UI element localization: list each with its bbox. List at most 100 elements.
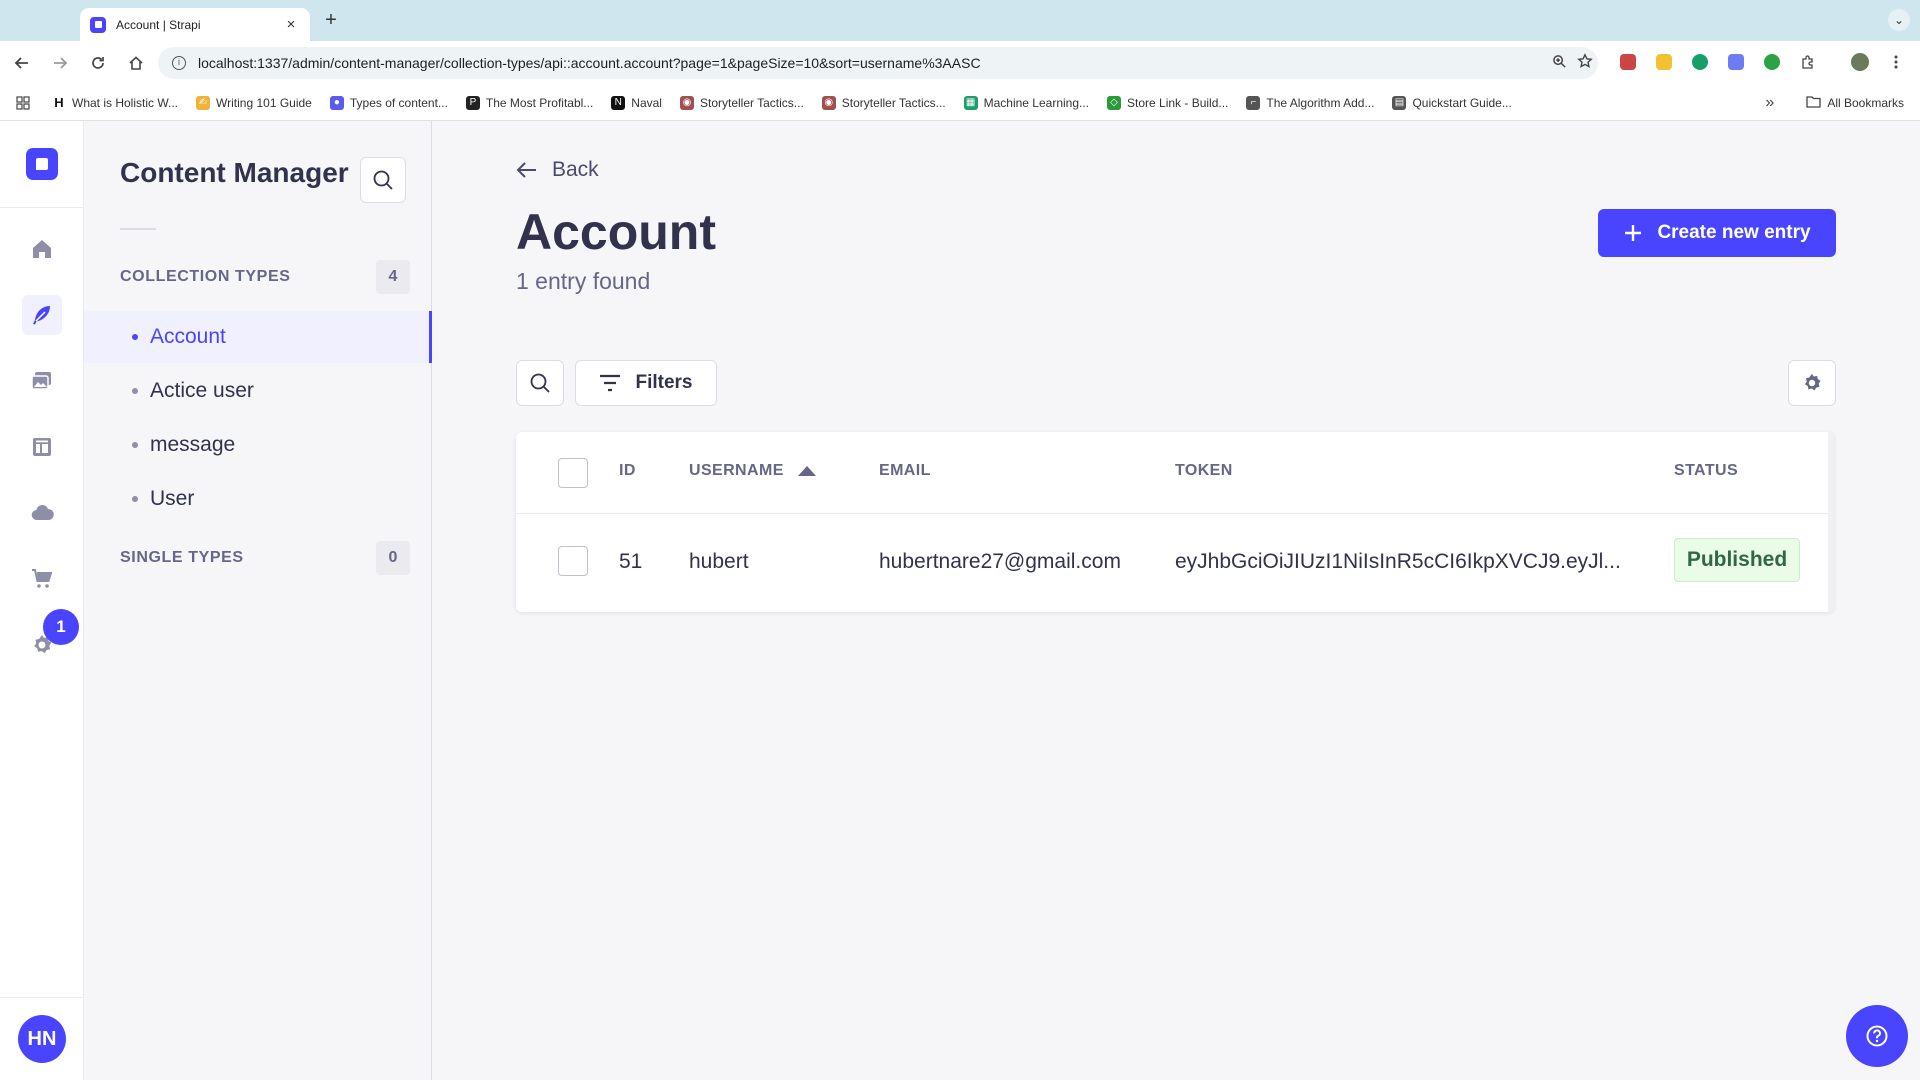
column-email[interactable]: EMAIL [879, 462, 931, 480]
sidebar-item-label: Account [150, 325, 226, 348]
media-library-icon[interactable] [22, 361, 62, 401]
profile-avatar-icon[interactable] [1849, 51, 1871, 73]
help-button[interactable] [1846, 1005, 1908, 1067]
view-settings-button[interactable] [1788, 360, 1836, 406]
bookmark-item[interactable]: N Naval [611, 95, 662, 110]
bookmark-favicon-icon: ✍ [196, 95, 211, 110]
bookmark-item[interactable]: ◉ Storyteller Tactics... [679, 95, 804, 110]
browser-menu-icon[interactable] [1885, 51, 1907, 73]
subnav-divider [120, 228, 156, 230]
create-new-entry-button[interactable]: Create new entry [1598, 209, 1836, 257]
entry-count: 1 entry found [516, 268, 651, 294]
sidebar-item-account[interactable]: Account [84, 311, 432, 363]
forward-arrow-icon[interactable] [44, 47, 76, 79]
bookmark-favicon-icon: ● [329, 95, 344, 110]
entries-table: ID USERNAME EMAIL TOKEN STATUS 51 hubert… [516, 432, 1834, 612]
notification-badge: 1 [43, 609, 79, 645]
cloud-icon[interactable] [22, 493, 62, 533]
collection-types-label: COLLECTION TYPES [120, 268, 291, 285]
bookmark-item[interactable]: ▦ Machine Learning... [963, 95, 1090, 110]
home-icon[interactable] [22, 229, 62, 269]
subnav-search-button[interactable] [360, 157, 406, 203]
back-link[interactable]: Back [516, 158, 599, 182]
content-manager-feather-icon[interactable] [22, 295, 62, 335]
extension-yellow-icon[interactable] [1653, 51, 1675, 73]
bookmark-item[interactable]: P The Most Profitabl... [465, 95, 593, 110]
bookmark-label: Types of content... [349, 95, 448, 110]
extension-doc-icon[interactable] [1725, 51, 1747, 73]
bookmark-label: The Algorithm Add... [1266, 95, 1375, 110]
user-avatar[interactable]: HN [18, 1015, 66, 1063]
bookmark-item[interactable]: ⌐ The Algorithm Add... [1246, 95, 1375, 110]
bullet-icon [132, 334, 138, 340]
strapi-app: 1 HN Content Manager COLLECTION TYPES 4 … [0, 121, 1920, 1080]
main-nav-rail: 1 HN [0, 121, 84, 1080]
bookmark-item[interactable]: ● Types of content... [329, 95, 448, 110]
column-username[interactable]: USERNAME [689, 462, 816, 480]
bookmark-label: Writing 101 Guide [216, 95, 312, 110]
extension-grammarly-icon[interactable] [1689, 51, 1711, 73]
apps-grid-icon[interactable] [16, 95, 30, 110]
site-info-icon[interactable]: i [172, 56, 186, 70]
address-bar[interactable]: i localhost:1337/admin/content-manager/c… [158, 47, 1598, 79]
folder-icon [1806, 95, 1821, 111]
sidebar-item-message[interactable]: message [84, 419, 432, 471]
sidebar-item-actice-user[interactable]: Actice user [84, 365, 432, 417]
tab-close-icon[interactable]: × [282, 16, 300, 33]
table-scroll-edge [1828, 432, 1834, 612]
bookmark-star-icon[interactable] [1572, 53, 1598, 73]
filters-label: Filters [635, 372, 693, 393]
sidebar-item-user[interactable]: User [84, 473, 432, 525]
single-types-section[interactable]: SINGLE TYPES 0 [120, 541, 410, 575]
zoom-icon[interactable] [1546, 54, 1572, 73]
reload-icon[interactable] [82, 47, 114, 79]
browser-tab[interactable]: Account | Strapi × [80, 8, 310, 41]
rail-divider [0, 207, 84, 208]
strapi-logo-icon[interactable] [26, 148, 58, 180]
home-icon[interactable] [120, 47, 152, 79]
bookmark-item[interactable]: ✍ Writing 101 Guide [196, 95, 312, 110]
extension-green-icon[interactable] [1761, 51, 1783, 73]
bookmark-list: H What is Holistic W... ✍ Writing 101 Guide… [52, 95, 1530, 110]
create-button-label: Create new entry [1657, 222, 1811, 243]
bookmark-label: Store Link - Build... [1127, 95, 1229, 110]
browser-toolbar: i localhost:1337/admin/content-manager/c… [0, 41, 1920, 85]
bookmarks-overflow-icon[interactable]: » [1765, 94, 1774, 112]
search-icon [530, 373, 550, 393]
column-username-label: USERNAME [689, 462, 784, 479]
bookmark-label: Machine Learning... [983, 95, 1090, 110]
column-id[interactable]: ID [619, 462, 636, 480]
back-label: Back [552, 158, 599, 181]
select-all-checkbox[interactable] [558, 458, 588, 488]
column-token[interactable]: TOKEN [1175, 462, 1233, 480]
table-row[interactable]: 51 hubert hubertnare27@gmail.com eyJhbGc… [516, 514, 1834, 610]
table-search-button[interactable] [516, 360, 564, 406]
column-status[interactable]: STATUS [1674, 462, 1738, 480]
bookmark-item[interactable]: ◇ Store Link - Build... [1107, 95, 1229, 110]
bookmark-item[interactable]: ◉ Storyteller Tactics... [821, 95, 946, 110]
tab-search-button[interactable]: ⌄ [1888, 9, 1910, 31]
extension-red-icon[interactable] [1617, 51, 1639, 73]
collection-types-section[interactable]: COLLECTION TYPES 4 [120, 260, 410, 294]
extensions-puzzle-icon[interactable] [1797, 51, 1819, 73]
sort-ascending-icon[interactable] [797, 466, 816, 476]
gear-icon [1804, 373, 1821, 391]
sidebar-item-label: message [150, 433, 236, 456]
row-checkbox[interactable] [558, 546, 588, 576]
bookmark-favicon-icon: N [611, 95, 626, 110]
content-type-builder-icon[interactable] [22, 427, 62, 467]
question-icon [1866, 1025, 1888, 1047]
back-arrow-icon[interactable] [6, 47, 38, 79]
plus-icon [1625, 225, 1642, 241]
tab-title: Account | Strapi [116, 17, 201, 32]
new-tab-button[interactable]: + [320, 9, 342, 32]
marketplace-cart-icon[interactable] [22, 559, 62, 599]
bookmark-item[interactable]: H What is Holistic W... [52, 95, 178, 110]
bookmark-item[interactable]: ▤ Quickstart Guide... [1392, 95, 1512, 110]
filter-icon [600, 374, 621, 392]
bookmark-favicon-icon: ◉ [679, 95, 694, 110]
all-bookmarks-link[interactable]: All Bookmarks [1827, 96, 1904, 110]
url-text: localhost:1337/admin/content-manager/col… [198, 55, 981, 71]
sidebar-item-label: Actice user [150, 379, 254, 402]
filters-button[interactable]: Filters [575, 360, 717, 406]
